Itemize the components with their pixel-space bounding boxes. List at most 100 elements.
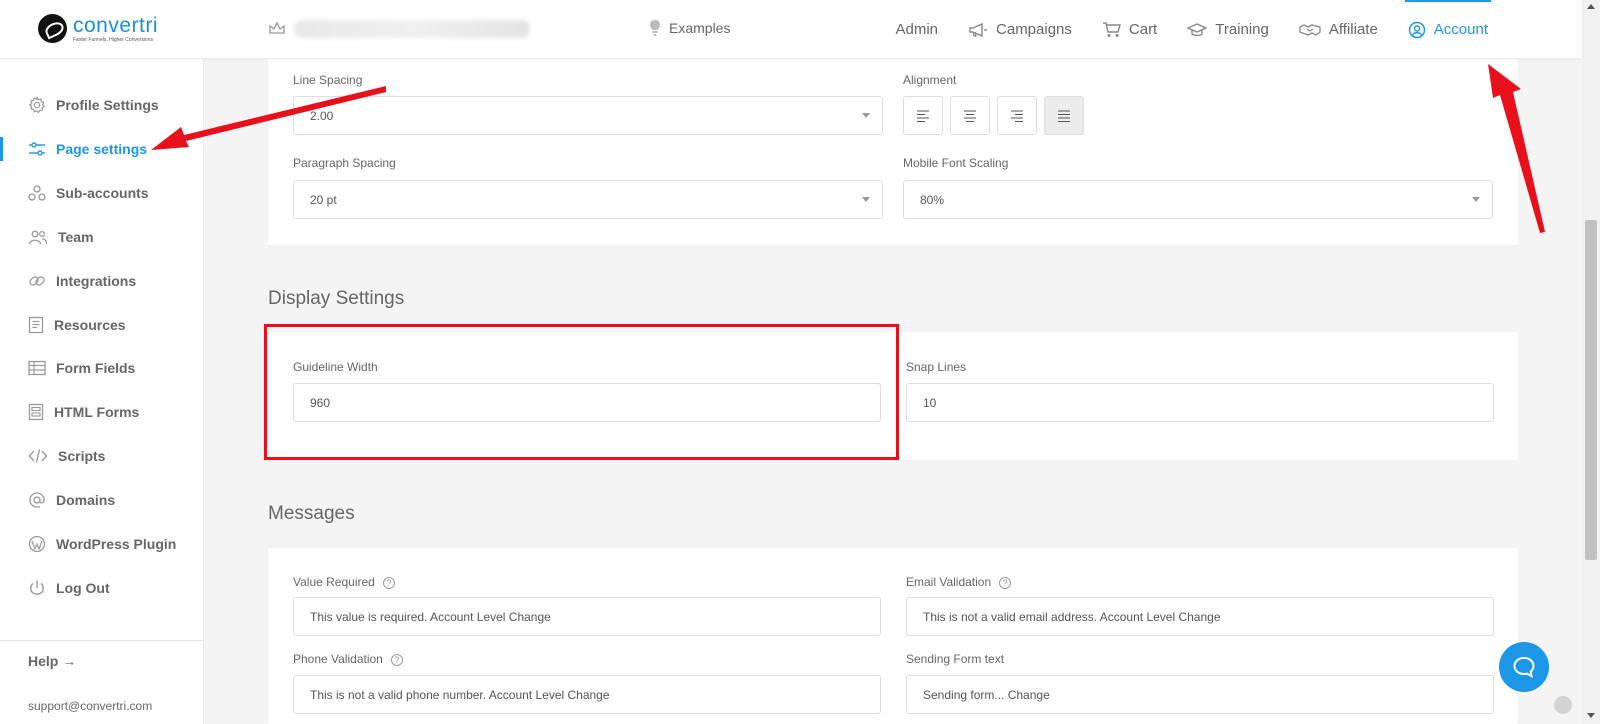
form-icon: [28, 403, 44, 421]
link-icon: [29, 276, 45, 286]
line-spacing-select[interactable]: 2.00: [293, 96, 883, 135]
messages-title: Messages: [268, 503, 355, 524]
sub-accounts-icon: [28, 185, 46, 201]
blurred-funnel-name: [294, 20, 530, 38]
nav-admin[interactable]: Admin: [895, 0, 938, 59]
align-left-button[interactable]: [903, 96, 943, 135]
nav-training[interactable]: Training: [1187, 0, 1269, 59]
nav-examples[interactable]: Examples: [649, 19, 730, 37]
convertri-logo-mark: [38, 14, 67, 43]
phone-validation-label: Phone Validation?: [293, 652, 403, 666]
sidebar-item-log-out[interactable]: Log Out: [0, 572, 204, 604]
help-link[interactable]: Help →: [28, 653, 76, 669]
email-validation-input[interactable]: This is not a valid email address. Accou…: [906, 597, 1494, 636]
sidebar-item-resources[interactable]: Resources: [0, 309, 204, 341]
mobile-font-scaling-select[interactable]: 80%: [903, 180, 1493, 219]
book-icon: [28, 316, 44, 334]
scroll-thumb[interactable]: [1585, 220, 1597, 560]
sidebar-item-scripts[interactable]: Scripts: [0, 440, 204, 472]
chat-button[interactable]: [1499, 642, 1549, 692]
logo-tagline: Faster Funnels, Higher Conversions: [73, 36, 154, 43]
snap-lines-input[interactable]: 10: [906, 383, 1494, 422]
handshake-icon: [1299, 23, 1321, 36]
sliders-icon: [29, 142, 45, 156]
sidebar-item-label: HTML Forms: [54, 404, 140, 420]
lightbulb-icon: [650, 20, 660, 36]
support-email[interactable]: support@convertri.com: [28, 699, 152, 713]
nav-examples-label: Examples: [669, 20, 731, 36]
sidebar-item-domains[interactable]: Domains: [0, 484, 204, 516]
sidebar-item-sub-accounts[interactable]: Sub-accounts: [0, 177, 204, 209]
paragraph-spacing-label: Paragraph Spacing: [293, 156, 396, 170]
chevron-down-icon: [1472, 197, 1480, 202]
sidebar-item-profile-settings[interactable]: Profile Settings: [0, 89, 204, 121]
align-center-button[interactable]: [950, 96, 990, 135]
power-icon: [30, 580, 44, 595]
mobile-font-scaling-value: 80%: [920, 192, 945, 207]
sidebar-item-label: Page settings: [56, 141, 148, 157]
nav-account[interactable]: Account: [1404, 0, 1492, 59]
value-required-label: Value Required?: [293, 575, 395, 589]
paragraph-spacing-value: 20 pt: [310, 192, 337, 207]
sidebar-item-label: Sub-accounts: [56, 185, 149, 201]
megaphone-icon: [969, 22, 988, 37]
align-justify-icon: [1058, 110, 1070, 122]
sidebar-item-label: Form Fields: [56, 360, 136, 376]
value-required-value: This value is required. Account Level Ch…: [310, 609, 551, 624]
nav-affiliate-label: Affiliate: [1328, 21, 1378, 38]
scroll-down-arrow-icon[interactable]: [1587, 713, 1595, 718]
phone-validation-input[interactable]: This is not a valid phone number. Accoun…: [293, 675, 881, 714]
sidebar-item-integrations[interactable]: Integrations: [0, 265, 204, 297]
sidebar-item-label: Resources: [54, 317, 126, 333]
snap-lines-value: 10: [923, 395, 937, 410]
scroll-up-arrow-icon[interactable]: [1587, 4, 1595, 9]
sidebar-item-form-fields[interactable]: Form Fields: [0, 352, 204, 384]
email-validation-label: Email Validation?: [906, 575, 1012, 589]
nav-campaigns[interactable]: Campaigns: [968, 0, 1072, 59]
sidebar-item-team[interactable]: Team: [0, 221, 204, 253]
phone-validation-value: This is not a valid phone number. Accoun…: [310, 687, 610, 702]
snap-lines-label: Snap Lines: [906, 360, 967, 374]
nav-affiliate[interactable]: Affiliate: [1299, 0, 1378, 59]
nav-cart-label: Cart: [1128, 21, 1158, 38]
align-justify-button[interactable]: [1044, 96, 1084, 135]
align-right-icon: [1011, 110, 1023, 122]
align-right-button[interactable]: [997, 96, 1037, 135]
main-nav: Admin Campaigns Cart Training Affiliate …: [865, 0, 1492, 59]
align-left-icon: [917, 110, 929, 122]
paragraph-spacing-select[interactable]: 20 pt: [293, 180, 883, 219]
chevron-down-icon: [862, 113, 870, 118]
email-validation-value: This is not a valid email address. Accou…: [923, 609, 1221, 624]
convertri-logo[interactable]: convertri Faster Funnels, Higher Convers…: [38, 14, 158, 43]
table-icon: [28, 360, 46, 376]
email-validation-label-text: Email Validation: [906, 575, 992, 589]
sidebar-item-wordpress-plugin[interactable]: WordPress Plugin: [0, 528, 204, 560]
sending-form-input[interactable]: Sending form... Change: [906, 675, 1494, 714]
value-required-input[interactable]: This value is required. Account Level Ch…: [293, 597, 881, 636]
sending-form-label: Sending Form text: [906, 652, 1005, 666]
question-circle-icon[interactable]: ?: [999, 576, 1012, 589]
cart-icon: [1102, 22, 1121, 37]
align-center-icon: [964, 110, 976, 122]
sidebar-item-html-forms[interactable]: HTML Forms: [0, 396, 204, 428]
wordpress-icon: [28, 535, 46, 553]
sidebar-item-label: Integrations: [56, 273, 137, 289]
nav-cart[interactable]: Cart: [1102, 0, 1157, 59]
question-circle-icon[interactable]: ?: [390, 653, 403, 666]
page-scrollbar[interactable]: [1582, 0, 1600, 724]
crown-icon[interactable]: [268, 20, 286, 36]
value-required-label-text: Value Required: [293, 575, 375, 589]
nav-account-label: Account: [1433, 21, 1488, 38]
at-icon: [29, 492, 45, 508]
phone-validation-label-text: Phone Validation: [293, 652, 383, 666]
scroll-to-top-button[interactable]: [1554, 696, 1572, 714]
sidebar-item-label: Team: [58, 229, 94, 245]
nav-admin-label: Admin: [895, 21, 939, 38]
code-icon: [28, 449, 48, 463]
graduation-cap-icon: [1187, 22, 1208, 36]
sidebar-item-page-settings[interactable]: Page settings: [0, 133, 204, 165]
question-circle-icon[interactable]: ?: [382, 576, 395, 589]
alignment-label: Alignment: [903, 73, 957, 87]
sidebar-divider: [0, 640, 204, 641]
gear-icon: [28, 96, 46, 114]
